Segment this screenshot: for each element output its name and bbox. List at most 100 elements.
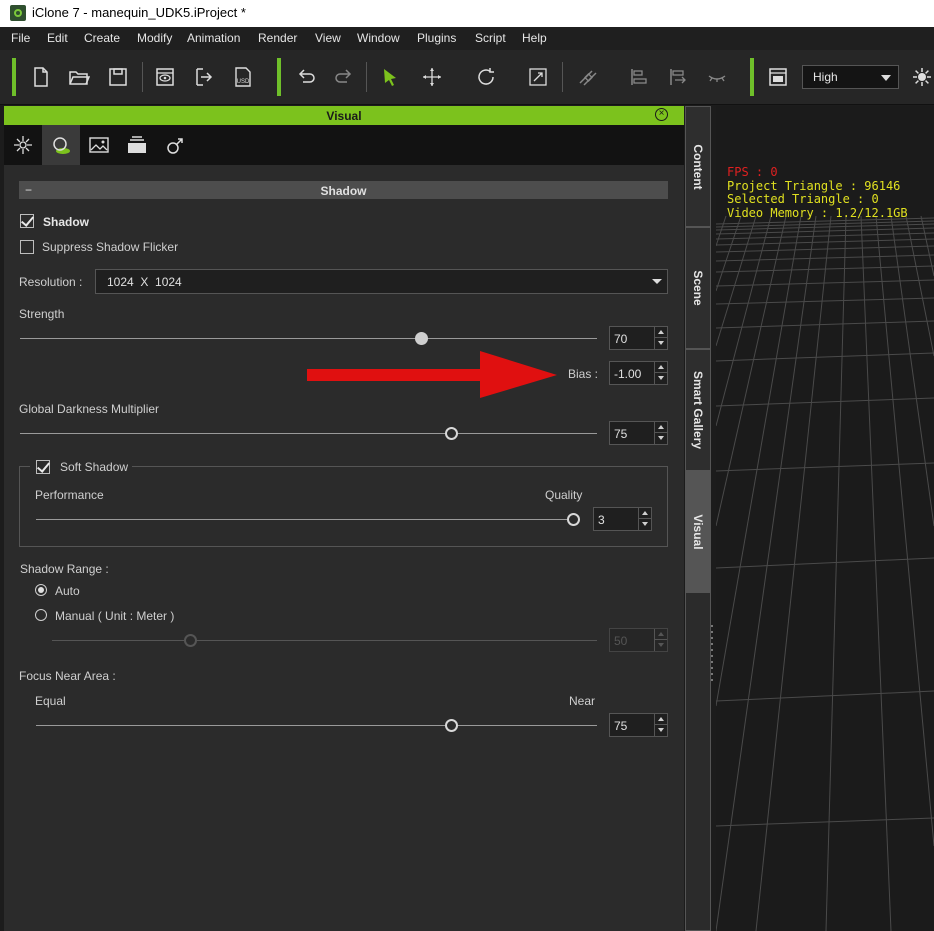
- auto-radio-label: Auto: [55, 584, 80, 598]
- menu-modify[interactable]: Modify: [137, 31, 172, 45]
- layers-tab-icon[interactable]: [118, 125, 156, 165]
- spin-down-icon[interactable]: [654, 373, 667, 384]
- focus-slider-thumb[interactable]: [445, 719, 458, 732]
- align-left-icon[interactable]: [628, 66, 650, 88]
- spin-down-icon[interactable]: [654, 725, 667, 736]
- manual-range-slider-thumb[interactable]: [184, 634, 197, 647]
- strength-slider-thumb[interactable]: [415, 332, 428, 345]
- auto-radio[interactable]: [35, 584, 47, 596]
- chevron-down-icon: [881, 75, 891, 81]
- soft-shadow-slider-track[interactable]: [36, 519, 580, 520]
- ground-grid: [716, 106, 934, 931]
- spin-up-icon[interactable]: [654, 629, 667, 640]
- manual-range-spinner[interactable]: 50: [609, 628, 668, 652]
- soft-shadow-group: [19, 466, 668, 547]
- focus-spinner[interactable]: 75: [609, 713, 668, 737]
- bias-label: Bias :: [568, 367, 599, 381]
- side-tab-visual[interactable]: Visual: [685, 471, 711, 592]
- darkness-slider-track[interactable]: [20, 433, 597, 434]
- menu-window[interactable]: Window: [357, 31, 400, 45]
- spin-up-icon[interactable]: [654, 714, 667, 725]
- shadow-section-header[interactable]: − Shadow: [19, 181, 668, 199]
- quality-dropdown[interactable]: High: [802, 65, 899, 89]
- soft-shadow-checkbox[interactable]: [36, 460, 50, 474]
- shadow-range-label: Shadow Range :: [20, 562, 109, 576]
- shadow-tab-icon[interactable]: [42, 125, 80, 165]
- sun-icon[interactable]: [911, 66, 933, 88]
- save-icon[interactable]: [107, 66, 129, 88]
- undo-icon[interactable]: [295, 66, 317, 88]
- 3d-viewport[interactable]: [716, 106, 934, 931]
- menu-plugins[interactable]: Plugins: [417, 31, 456, 45]
- rotate-icon[interactable]: [475, 66, 497, 88]
- select-arrow-icon[interactable]: [380, 66, 402, 88]
- export-icon[interactable]: [193, 66, 215, 88]
- scale-icon[interactable]: [527, 66, 549, 88]
- new-file-icon[interactable]: [30, 66, 52, 88]
- layout-icon[interactable]: [767, 66, 789, 88]
- gender-tab-icon[interactable]: [156, 125, 194, 165]
- fps-readout: FPS : 0: [727, 165, 778, 179]
- menu-view[interactable]: View: [315, 31, 341, 45]
- side-tab-label: Content: [691, 143, 705, 190]
- menu-edit[interactable]: Edit: [47, 31, 68, 45]
- side-tab-label: Visual: [691, 513, 705, 550]
- menu-animation[interactable]: Animation: [187, 31, 240, 45]
- viewport-stats: FPS : 0 Project Triangle : 96146 Selecte…: [727, 165, 908, 220]
- preview-icon[interactable]: [154, 66, 176, 88]
- spin-down-icon[interactable]: [654, 640, 667, 651]
- eye-closed-icon[interactable]: [706, 66, 728, 88]
- darkness-value: 75: [614, 427, 628, 441]
- splitter-grip[interactable]: [710, 625, 714, 685]
- shadow-checkbox-label: Shadow: [43, 215, 90, 229]
- bias-spinner[interactable]: -1.00: [609, 361, 668, 385]
- side-tab-content[interactable]: Content: [685, 106, 711, 227]
- resolution-dropdown[interactable]: 1024 X 1024: [95, 269, 668, 294]
- iclone-app-icon: [10, 5, 26, 21]
- menu-file[interactable]: File: [11, 31, 30, 45]
- menu-help[interactable]: Help: [522, 31, 547, 45]
- soft-shadow-spinner[interactable]: 3: [593, 507, 652, 531]
- manual-radio[interactable]: [35, 609, 47, 621]
- open-folder-icon[interactable]: [68, 66, 91, 88]
- align-distribute-icon[interactable]: [667, 66, 689, 88]
- manual-range-slider-track[interactable]: [52, 640, 597, 641]
- menu-render[interactable]: Render: [258, 31, 297, 45]
- atmosphere-tab-icon[interactable]: [4, 125, 42, 165]
- spin-up-icon[interactable]: [654, 422, 667, 433]
- soft-shadow-value: 3: [598, 513, 605, 527]
- image-tab-icon[interactable]: [80, 125, 118, 165]
- resolution-value: 1024 X 1024: [107, 275, 182, 289]
- selected-triangle-readout: Selected Triangle : 0: [727, 192, 879, 206]
- focus-slider-track[interactable]: [36, 725, 597, 726]
- suppress-flicker-checkbox[interactable]: [20, 240, 34, 254]
- menu-create[interactable]: Create: [84, 31, 120, 45]
- shadow-checkbox[interactable]: [20, 214, 34, 228]
- toolbar-separator: [142, 62, 143, 92]
- darkness-spinner[interactable]: 75: [609, 421, 668, 445]
- strength-spinner[interactable]: 70: [609, 326, 668, 350]
- spin-up-icon[interactable]: [638, 508, 651, 519]
- usd-export-icon[interactable]: USD: [232, 66, 254, 88]
- move-icon[interactable]: [421, 66, 443, 88]
- spin-down-icon[interactable]: [638, 519, 651, 530]
- menu-script[interactable]: Script: [475, 31, 506, 45]
- toolbar-separator: [562, 62, 563, 92]
- soft-shadow-slider-thumb[interactable]: [567, 513, 580, 526]
- spin-up-icon[interactable]: [654, 362, 667, 373]
- side-tab-scene[interactable]: Scene: [685, 227, 711, 349]
- align-icon[interactable]: [577, 66, 599, 88]
- manual-radio-label: Manual ( Unit : Meter ): [55, 609, 175, 623]
- spin-down-icon[interactable]: [654, 433, 667, 444]
- redo-icon[interactable]: [333, 66, 355, 88]
- close-icon[interactable]: ×: [655, 108, 668, 121]
- collapse-icon[interactable]: −: [25, 183, 32, 197]
- darkness-slider-thumb[interactable]: [445, 427, 458, 440]
- resolution-label: Resolution :: [19, 275, 83, 289]
- side-tab-smart-gallery[interactable]: Smart Gallery: [685, 349, 711, 471]
- spin-down-icon[interactable]: [654, 338, 667, 349]
- main-toolbar: USD High: [0, 50, 934, 105]
- toolbar-separator: [750, 58, 754, 96]
- strength-slider-track[interactable]: [20, 338, 597, 339]
- spin-up-icon[interactable]: [654, 327, 667, 338]
